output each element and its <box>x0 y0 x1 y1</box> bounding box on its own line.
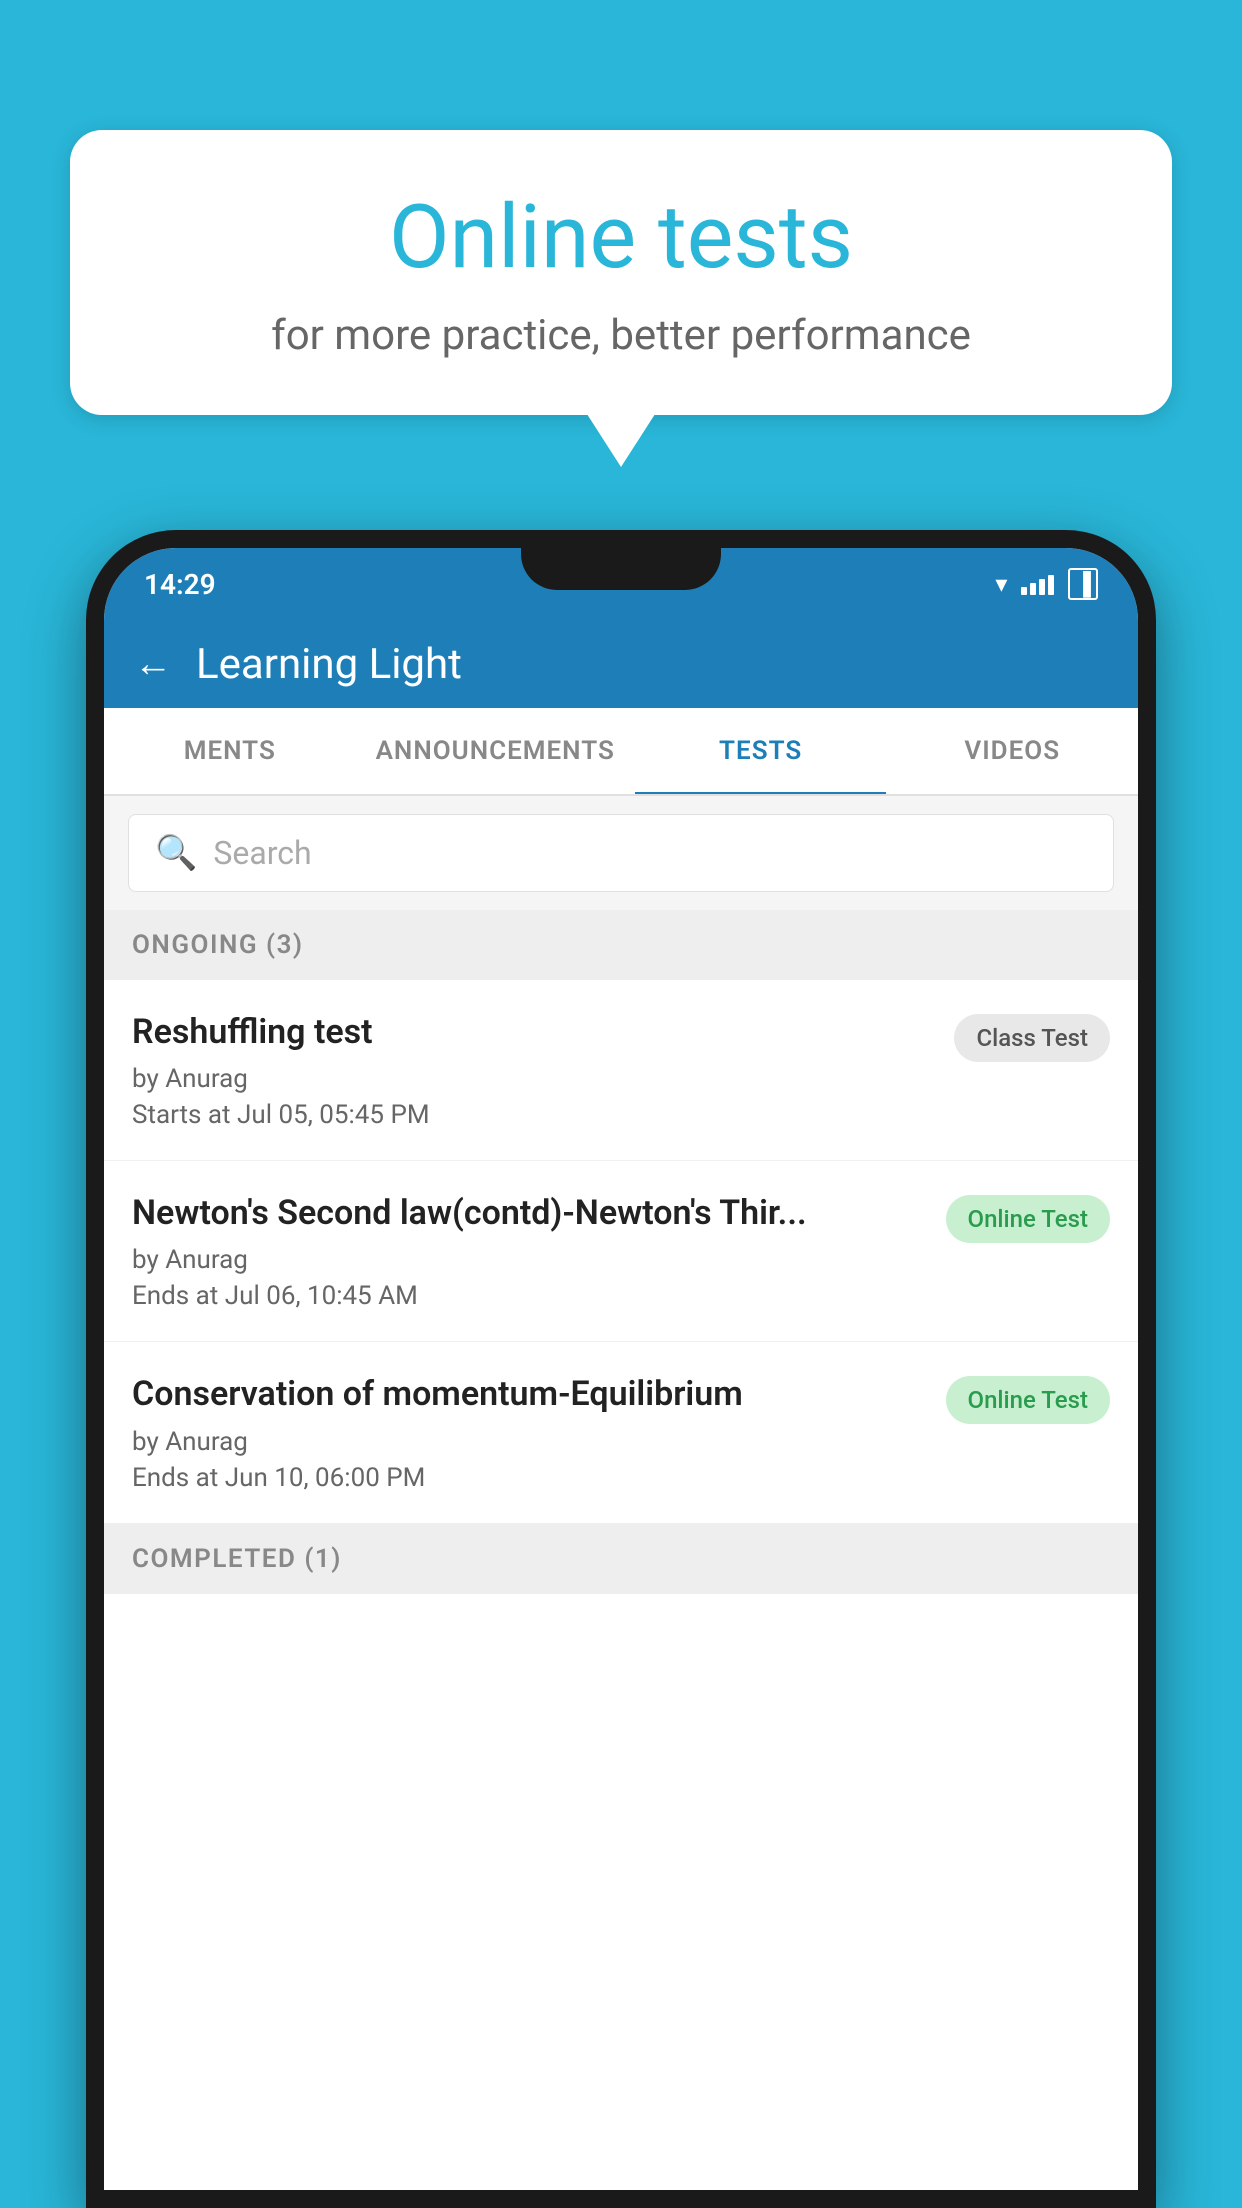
test-time-3: Ends at Jun 10, 06:00 PM <box>132 1463 926 1493</box>
tab-videos[interactable]: VIDEOS <box>886 708 1138 794</box>
tab-announcements[interactable]: ANNOUNCEMENTS <box>356 708 635 794</box>
search-container: 🔍 Search <box>104 796 1138 910</box>
tab-ments[interactable]: MENTS <box>104 708 356 794</box>
status-time: 14:29 <box>144 568 216 601</box>
test-badge-2: Online Test <box>946 1195 1110 1243</box>
test-name-1: Reshuffling test <box>132 1010 934 1054</box>
phone-notch <box>521 548 721 590</box>
search-bar[interactable]: 🔍 Search <box>128 814 1114 892</box>
battery-icon: ▐ <box>1068 568 1098 600</box>
test-by-3: by Anurag <box>132 1427 926 1457</box>
test-name-2: Newton's Second law(contd)-Newton's Thir… <box>132 1191 926 1235</box>
test-badge-3: Online Test <box>946 1376 1110 1424</box>
status-icons: ▾ ▐ <box>995 568 1098 600</box>
test-item[interactable]: Conservation of momentum-Equilibrium by … <box>104 1342 1138 1523</box>
bubble-title: Online tests <box>110 190 1132 287</box>
phone-screen: 14:29 ▾ ▐ ← Learning Light MENTS <box>104 548 1138 2190</box>
app-title: Learning Light <box>196 640 462 689</box>
test-item[interactable]: Newton's Second law(contd)-Newton's Thir… <box>104 1161 1138 1342</box>
search-placeholder: Search <box>213 834 311 872</box>
test-time-2: Ends at Jul 06, 10:45 AM <box>132 1281 926 1311</box>
wifi-icon: ▾ <box>995 570 1007 598</box>
test-by-2: by Anurag <box>132 1245 926 1275</box>
search-icon: 🔍 <box>155 833 197 873</box>
promo-bubble: Online tests for more practice, better p… <box>70 130 1172 415</box>
test-list: Reshuffling test by Anurag Starts at Jul… <box>104 980 1138 1524</box>
tabs-container: MENTS ANNOUNCEMENTS TESTS VIDEOS <box>104 708 1138 796</box>
app-header: ← Learning Light <box>104 620 1138 708</box>
back-button[interactable]: ← <box>134 642 172 686</box>
signal-icon <box>1021 573 1054 595</box>
bubble-subtitle: for more practice, better performance <box>110 311 1132 360</box>
test-item[interactable]: Reshuffling test by Anurag Starts at Jul… <box>104 980 1138 1161</box>
test-info-1: Reshuffling test by Anurag Starts at Jul… <box>132 1010 934 1130</box>
test-name-3: Conservation of momentum-Equilibrium <box>132 1372 926 1416</box>
phone-frame: 14:29 ▾ ▐ ← Learning Light MENTS <box>86 530 1156 2208</box>
test-time-1: Starts at Jul 05, 05:45 PM <box>132 1100 934 1130</box>
test-badge-1: Class Test <box>954 1014 1110 1062</box>
tab-tests[interactable]: TESTS <box>635 708 887 794</box>
test-info-3: Conservation of momentum-Equilibrium by … <box>132 1372 926 1492</box>
completed-section-header: COMPLETED (1) <box>104 1524 1138 1594</box>
ongoing-section-header: ONGOING (3) <box>104 910 1138 980</box>
test-info-2: Newton's Second law(contd)-Newton's Thir… <box>132 1191 926 1311</box>
test-by-1: by Anurag <box>132 1064 934 1094</box>
